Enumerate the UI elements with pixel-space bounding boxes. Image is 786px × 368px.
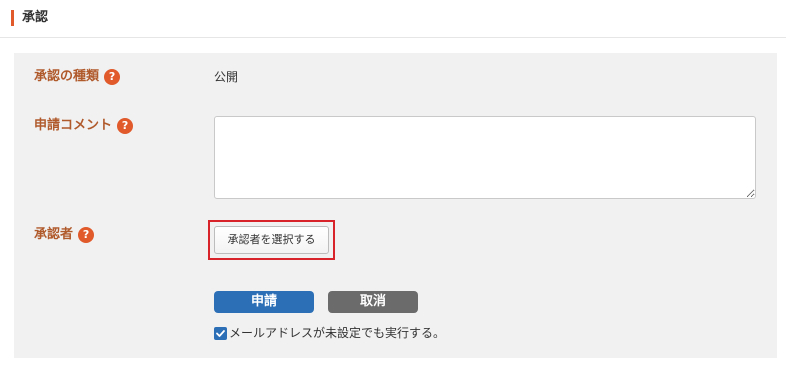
help-icon[interactable]: ? [104,69,121,85]
comment-label: 申請コメント [34,118,113,133]
cancel-button[interactable]: 取消 [328,291,418,313]
help-icon[interactable]: ? [78,227,95,243]
approval-type-value: 公開 [214,70,239,84]
comment-label-row: 申請コメント ? [34,117,134,135]
approval-type-label-row: 承認の種類 ? [34,68,121,86]
force-send-label: メールアドレスが未設定でも実行する。 [229,326,446,340]
comment-textarea[interactable] [214,116,756,199]
checkmark-icon [216,329,225,337]
section-accent-bar [11,10,14,26]
force-send-checkbox[interactable] [214,326,227,340]
select-approver-button[interactable]: 承認者を選択する [214,226,329,254]
section-title: 承認 [22,10,49,25]
approver-label-row: 承認者 ? [34,226,95,244]
help-icon[interactable]: ? [117,118,134,134]
force-send-option[interactable]: メールアドレスが未設定でも実行する。 [214,324,445,342]
apply-button[interactable]: 申請 [214,291,314,313]
approver-label: 承認者 [34,227,74,242]
approval-type-label: 承認の種類 [34,69,100,84]
section-header: 承認 [0,0,786,38]
